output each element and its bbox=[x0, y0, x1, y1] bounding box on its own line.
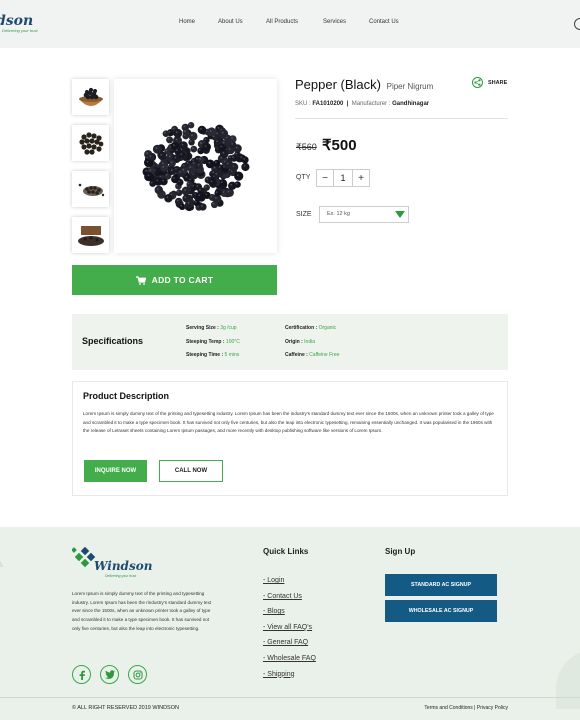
spec-label: Serving Size : bbox=[186, 325, 219, 331]
privacy-link[interactable]: Privacy Policy bbox=[477, 705, 508, 711]
thumbnail-spoon[interactable] bbox=[72, 171, 109, 207]
sign-up-heading: Sign Up bbox=[385, 547, 416, 556]
site-footer: Windson Delivering your trust Lorem Ipsu… bbox=[0, 527, 580, 720]
nav-about-us[interactable]: About Us bbox=[218, 19, 243, 25]
specifications-title: Specifications bbox=[82, 336, 144, 346]
product-scientific-name: Piper Nigrum bbox=[386, 82, 434, 91]
footer-link-login[interactable]: - Login bbox=[263, 573, 316, 589]
manufacturer-label: Manufacturer : bbox=[351, 101, 391, 107]
decorative-shape bbox=[556, 649, 580, 709]
site-header: dson Delivering your trust Home About Us… bbox=[0, 0, 580, 48]
caret-down-icon bbox=[395, 211, 405, 218]
sku-value: FA1010200 bbox=[312, 101, 344, 107]
facebook-icon[interactable] bbox=[72, 665, 91, 684]
footer-link-shipping[interactable]: - Shipping bbox=[263, 667, 316, 683]
pepper-pile-image bbox=[78, 132, 103, 155]
spec-value: India bbox=[304, 339, 316, 345]
manufacturer-value: Gandhinagar bbox=[392, 101, 430, 107]
spec-label: Certification : bbox=[285, 325, 318, 331]
quick-links-list: - Login - Contact Us - Blogs - View all … bbox=[263, 573, 316, 682]
thumbnail-bowl[interactable] bbox=[72, 79, 109, 115]
meta-separator: | bbox=[346, 101, 349, 107]
footer-link-contact-us[interactable]: - Contact Us bbox=[263, 589, 316, 605]
qty-label: QTY bbox=[296, 174, 311, 181]
decorative-triangle bbox=[0, 557, 4, 567]
terms-link[interactable]: Terms and Conditions bbox=[424, 705, 472, 711]
black-pepper-image bbox=[142, 122, 249, 212]
legal-separator: | bbox=[474, 705, 476, 711]
quick-links-heading: Quick Links bbox=[263, 547, 309, 556]
footer-link-general-faq[interactable]: - General FAQ bbox=[263, 635, 316, 651]
product-description-panel: Product Description Lorem Ipsum is simpl… bbox=[72, 381, 508, 496]
old-price: ₹560 bbox=[296, 142, 317, 152]
pepper-bowl-image bbox=[78, 87, 103, 106]
spec-caffeine: Caffeine : Caffeine Free bbox=[285, 352, 339, 358]
footer-logo[interactable]: Windson Delivering your trust bbox=[71, 546, 152, 578]
nav-contact-us[interactable]: Contact Us bbox=[369, 19, 399, 25]
spec-value: 3g /cup bbox=[220, 325, 237, 331]
pepper-powder-image bbox=[77, 226, 104, 246]
footer-about-text: Lorem Ipsum is simply dummy text of the … bbox=[72, 591, 212, 631]
footer-divider bbox=[0, 697, 580, 698]
instagram-icon[interactable] bbox=[128, 665, 147, 684]
add-to-cart-label: ADD TO CART bbox=[151, 275, 214, 285]
thumbnail-pile[interactable] bbox=[72, 125, 109, 161]
spec-label: Caffeine : bbox=[285, 352, 308, 358]
add-to-cart-button[interactable]: ADD TO CART bbox=[72, 265, 277, 295]
spec-certification: Certification : Organic bbox=[285, 325, 336, 331]
standard-signup-button[interactable]: STANDARD AC SIGNUP bbox=[385, 574, 497, 596]
spec-value: 100°C bbox=[225, 339, 240, 345]
spec-steeping-time: Steeping Time : 5 mins bbox=[186, 352, 239, 358]
spec-value: Organic bbox=[318, 325, 337, 331]
product-meta: SKU : FA1010200 | Manufacturer : Gandhin… bbox=[295, 101, 429, 107]
qty-increase-button[interactable]: + bbox=[353, 170, 369, 186]
spec-label: Steeping Temp : bbox=[186, 339, 225, 345]
nav-services[interactable]: Services bbox=[323, 19, 346, 25]
description-title: Product Description bbox=[83, 391, 170, 401]
spec-origin: Origin : India bbox=[285, 339, 315, 345]
spec-steeping-temp: Steeping Temp : 100°C bbox=[186, 339, 240, 345]
footer-link-wholesale-faq[interactable]: - Wholesale FAQ bbox=[263, 651, 316, 667]
share-label: SHARE bbox=[488, 79, 508, 86]
nav-home[interactable]: Home bbox=[179, 19, 195, 25]
spec-label: Origin : bbox=[285, 339, 303, 345]
specifications-panel: Specifications Serving Size : 3g /cup St… bbox=[72, 314, 508, 370]
cart-icon bbox=[135, 275, 146, 285]
description-body: Lorem Ipsum is simply dummy text of the … bbox=[83, 411, 494, 433]
thumbnail-list bbox=[72, 79, 110, 263]
copyright-text: © ALL RIGHT RESERVED 2019 WINDSON bbox=[72, 705, 179, 711]
twitter-icon[interactable] bbox=[100, 665, 119, 684]
nav-all-products[interactable]: All Products bbox=[266, 19, 298, 25]
footer-link-view-all-faqs[interactable]: - View all FAQ's bbox=[263, 620, 316, 636]
pepper-spoon-image bbox=[78, 183, 104, 197]
thumbnail-powder[interactable] bbox=[72, 217, 109, 253]
footer-logo-text: Windson bbox=[94, 559, 153, 573]
legal-links: Terms and Conditions | Privacy Policy bbox=[424, 705, 508, 711]
spec-value: 5 mins bbox=[224, 352, 240, 358]
size-label: SIZE bbox=[296, 211, 312, 218]
inquire-now-button[interactable]: INQUIRE NOW bbox=[84, 460, 147, 482]
size-placeholder: Ex. 12 kg bbox=[327, 211, 350, 217]
share-button[interactable]: SHARE bbox=[472, 77, 507, 88]
share-icon bbox=[472, 77, 483, 88]
footer-link-blogs[interactable]: - Blogs bbox=[263, 604, 316, 620]
spec-label: Steeping Time : bbox=[186, 352, 224, 358]
search-icon[interactable] bbox=[574, 18, 580, 30]
qty-decrease-button[interactable]: − bbox=[317, 170, 333, 186]
spec-serving-size: Serving Size : 3g /cup bbox=[186, 325, 237, 331]
footer-logo-tagline: Delivering your trust bbox=[105, 574, 137, 578]
sku-label: SKU : bbox=[295, 101, 311, 107]
product-name: Pepper (Black) bbox=[295, 77, 381, 92]
current-price: ₹500 bbox=[322, 137, 357, 154]
qty-value[interactable]: 1 bbox=[333, 170, 353, 186]
main-nav: Home About Us All Products Services Cont… bbox=[0, 19, 580, 29]
divider bbox=[295, 118, 508, 119]
product-title: Pepper (Black) Piper Nigrum bbox=[295, 77, 433, 92]
size-select[interactable]: Ex. 12 kg bbox=[319, 206, 409, 223]
spec-value: Caffeine Free bbox=[309, 352, 340, 358]
wholesale-signup-button[interactable]: WHOLESALE AC SIGNUP bbox=[385, 600, 497, 622]
product-main-image[interactable] bbox=[114, 79, 277, 253]
quantity-stepper: − 1 + bbox=[316, 169, 370, 187]
call-now-button[interactable]: CALL NOW bbox=[159, 460, 223, 482]
